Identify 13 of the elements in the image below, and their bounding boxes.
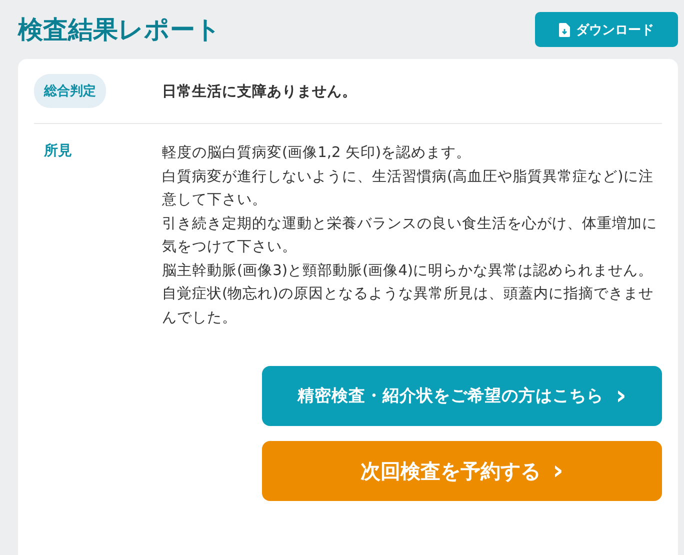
finding-text: 脳主幹動脈(画像3)と頸部動脈(画像4)に明らかな異常は認められません。 [162, 262, 654, 280]
finding-text: 自覚症状(物忘れ)の原因となるような異常所見は、頭蓋内に指摘できませんでした。 [162, 284, 654, 328]
page-title: 検査結果レポート [18, 14, 221, 46]
file-download-icon [559, 22, 570, 36]
reserve-button[interactable]: 次回検査を予約する › [262, 441, 662, 501]
findings-label: 所見 [42, 142, 73, 160]
referral-button[interactable]: 精密検査・紹介状をご希望の方はこちら › [262, 366, 662, 426]
summary-label: 総合判定 [34, 74, 106, 108]
finding-text: 引き続き定期的な運動と栄養バランスの良い食生活を心がけ、体重増加に気をつけて下さい。 [162, 214, 658, 257]
summary-text: 日常生活に支障ありません。 [162, 82, 358, 100]
finding-text: 軽度の脳白質病変(画像1,2 矢印)を認めます。 [162, 144, 472, 163]
finding-text: 白質病変が進行しないように、生活習慣病(高血圧や脂質異常症など)に注意して下さい。 [162, 168, 654, 210]
download-button[interactable]: ダウンロード [535, 12, 678, 47]
